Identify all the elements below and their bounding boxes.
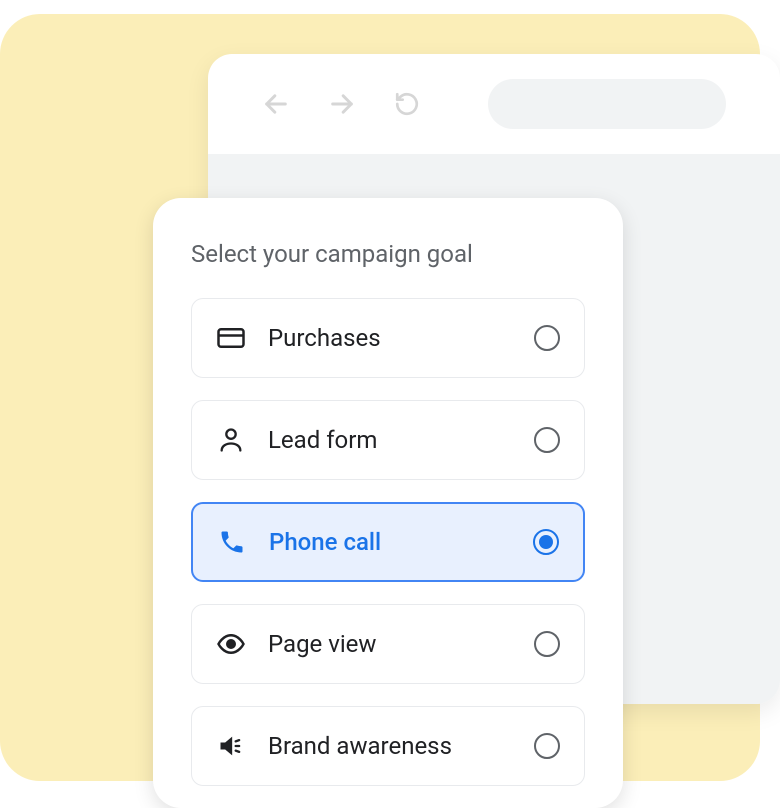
- credit-card-icon: [216, 323, 246, 353]
- option-label: Lead form: [268, 426, 512, 454]
- option-lead-form[interactable]: Lead form: [191, 400, 585, 480]
- campaign-goal-card: Select your campaign goal Purchases Lead…: [153, 198, 623, 808]
- card-title: Select your campaign goal: [191, 240, 585, 268]
- option-phone-call[interactable]: Phone call: [191, 502, 585, 582]
- radio-button[interactable]: [534, 325, 560, 351]
- option-page-view[interactable]: Page view: [191, 604, 585, 684]
- eye-icon: [216, 629, 246, 659]
- radio-button[interactable]: [534, 631, 560, 657]
- option-label: Brand awareness: [268, 732, 512, 760]
- address-bar[interactable]: [488, 79, 726, 129]
- browser-toolbar: [208, 54, 780, 154]
- option-purchases[interactable]: Purchases: [191, 298, 585, 378]
- option-brand-awareness[interactable]: Brand awareness: [191, 706, 585, 786]
- person-icon: [216, 425, 246, 455]
- option-label: Purchases: [268, 324, 512, 352]
- radio-button[interactable]: [534, 427, 560, 453]
- option-label: Page view: [268, 630, 512, 658]
- option-label: Phone call: [269, 528, 511, 556]
- forward-icon[interactable]: [328, 90, 356, 118]
- megaphone-icon: [216, 731, 246, 761]
- refresh-icon[interactable]: [394, 91, 420, 117]
- back-icon[interactable]: [262, 90, 290, 118]
- radio-button[interactable]: [534, 733, 560, 759]
- radio-button[interactable]: [533, 529, 559, 555]
- phone-icon: [217, 527, 247, 557]
